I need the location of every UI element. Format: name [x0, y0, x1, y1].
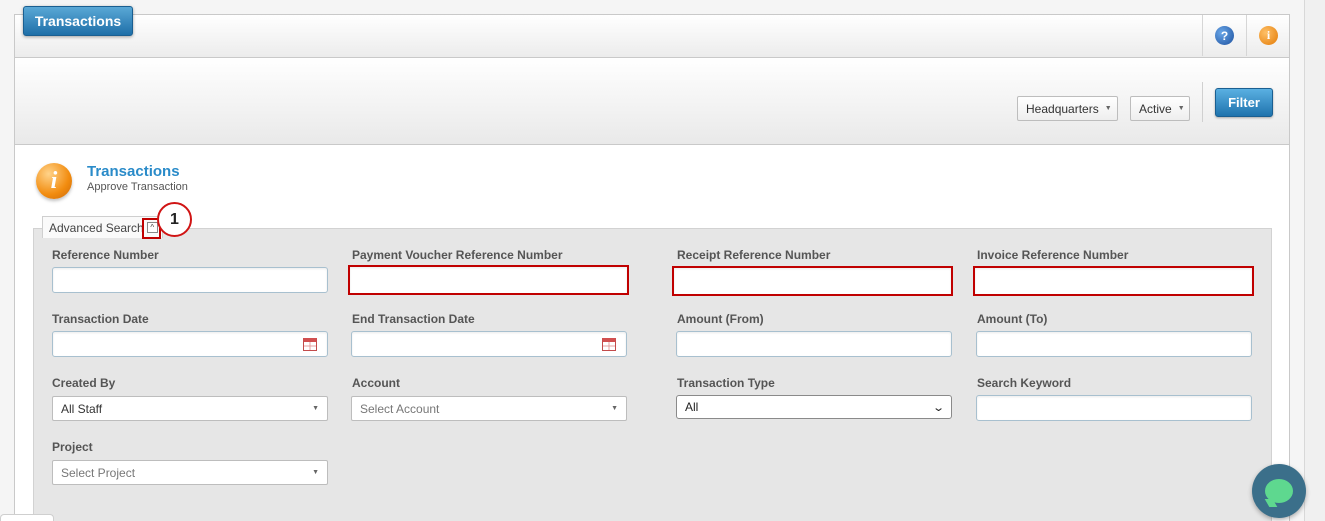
status-dropdown-label: Active [1139, 101, 1172, 116]
project-placeholder: Select Project [61, 465, 136, 480]
page-title: Transactions [87, 163, 180, 180]
page-subtitle: Approve Transaction [87, 181, 188, 193]
info-button[interactable]: i [1246, 15, 1290, 56]
reference-number-label: Reference Number [52, 248, 159, 262]
amount-to-input[interactable] [976, 331, 1252, 357]
chevron-down-icon: ⌄ [931, 401, 945, 414]
window-title-tab[interactable]: Transactions [23, 6, 133, 36]
chevron-down-icon: ▼ [1177, 105, 1185, 112]
account-select[interactable]: Select Account ▼ [351, 396, 627, 421]
transaction-type-value: All [685, 400, 699, 414]
chat-icon [1265, 479, 1293, 503]
bottom-tab[interactable] [0, 514, 54, 521]
amount-to-label: Amount (To) [977, 312, 1048, 326]
chevron-down-icon: ▼ [312, 405, 319, 412]
created-by-select[interactable]: All Staff ▼ [52, 396, 328, 421]
location-dropdown[interactable]: Headquarters ▼ [1017, 96, 1118, 121]
receipt-reference-label: Receipt Reference Number [677, 248, 831, 262]
end-transaction-date-label: End Transaction Date [352, 312, 475, 326]
chat-widget-button[interactable] [1252, 464, 1306, 518]
search-keyword-label: Search Keyword [977, 376, 1072, 390]
receipt-reference-input[interactable] [672, 266, 953, 296]
filter-button[interactable]: Filter [1215, 88, 1273, 117]
search-keyword-input[interactable] [976, 395, 1252, 421]
chevron-down-icon: ▼ [312, 469, 319, 476]
help-button[interactable]: ? [1202, 15, 1246, 56]
invoice-reference-input[interactable] [973, 266, 1254, 296]
header-bar [14, 14, 1290, 57]
end-transaction-date-input[interactable] [351, 331, 627, 357]
chevron-down-icon: ▼ [1104, 105, 1112, 112]
project-label: Project [52, 440, 93, 454]
created-by-value: All Staff [61, 401, 103, 416]
created-by-label: Created By [52, 376, 116, 390]
transaction-type-label: Transaction Type [677, 376, 775, 390]
location-dropdown-label: Headquarters [1026, 101, 1099, 116]
info-icon: i [36, 163, 72, 199]
transaction-date-input[interactable] [52, 331, 328, 357]
amount-from-input[interactable] [676, 331, 952, 357]
transaction-date-label: Transaction Date [52, 312, 149, 326]
status-dropdown[interactable]: Active ▼ [1130, 96, 1190, 121]
invoice-reference-label: Invoice Reference Number [977, 248, 1129, 262]
chevron-down-icon: ▼ [611, 405, 618, 412]
toolbar-divider [1202, 82, 1203, 122]
help-icon: ? [1215, 26, 1234, 45]
transaction-type-select[interactable]: All ⌄ [676, 395, 952, 419]
payment-voucher-label: Payment Voucher Reference Number [352, 248, 563, 262]
account-label: Account [352, 376, 400, 390]
calendar-icon[interactable] [602, 338, 616, 351]
amount-from-label: Amount (From) [677, 312, 764, 326]
account-placeholder: Select Account [360, 401, 440, 416]
reference-number-input[interactable] [52, 267, 328, 293]
advanced-search-label: Advanced Search [49, 220, 144, 235]
project-select[interactable]: Select Project ▼ [52, 460, 328, 485]
payment-voucher-input[interactable] [348, 265, 629, 295]
step-marker: 1 [157, 202, 192, 237]
calendar-icon[interactable] [303, 338, 317, 351]
info-icon: i [1259, 26, 1278, 45]
